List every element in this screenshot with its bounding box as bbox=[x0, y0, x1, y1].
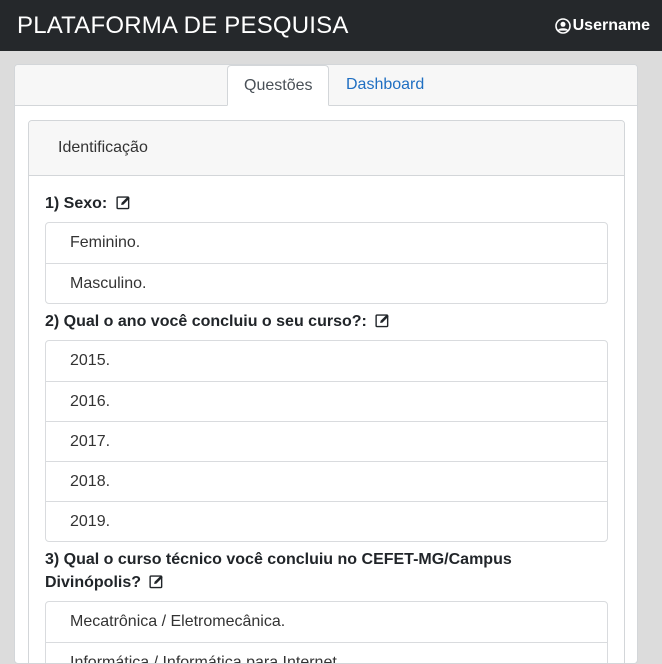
edit-icon[interactable] bbox=[375, 312, 390, 335]
tab-dashboard[interactable]: Dashboard bbox=[330, 65, 440, 106]
user-circle-icon bbox=[554, 17, 571, 34]
user-menu[interactable]: Username bbox=[554, 16, 650, 35]
edit-icon[interactable] bbox=[149, 573, 164, 596]
username-label: Username bbox=[572, 16, 650, 34]
option-item[interactable]: Feminino. bbox=[46, 223, 607, 263]
option-item[interactable]: Masculino. bbox=[46, 263, 607, 303]
option-list: Mecatrônica / Eletromecânica. Informática… bbox=[45, 601, 608, 663]
question-text: 1) Sexo: bbox=[45, 195, 108, 212]
option-item[interactable]: Mecatrônica / Eletromecânica. bbox=[46, 602, 607, 642]
option-item[interactable]: 2017. bbox=[46, 421, 607, 461]
option-item[interactable]: Informática / Informática para Internet. bbox=[46, 642, 607, 663]
option-list: 2015. 2016. 2017. 2018. 2019. bbox=[45, 340, 608, 542]
section-title: Identificação bbox=[29, 121, 624, 176]
question-text: 3) Qual o curso técnico você concluiu no… bbox=[45, 551, 512, 591]
question-title: 3) Qual o curso técnico você concluiu no… bbox=[45, 548, 608, 596]
question-text: 2) Qual o ano você concluiu o seu curso?… bbox=[45, 313, 367, 330]
question-title: 1) Sexo: bbox=[45, 192, 608, 217]
questions-list: 1) Sexo: Feminino. Masculino. 2) Qual o an… bbox=[29, 176, 624, 663]
tab-questoes[interactable]: Questões bbox=[227, 65, 330, 106]
question-title: 2) Qual o ano você concluiu o seu curso?… bbox=[45, 310, 608, 335]
top-navbar: PLATAFORMA DE PESQUISA Username bbox=[0, 0, 662, 51]
section-card: Identificação 1) Sexo: Feminino. Masculin… bbox=[28, 120, 625, 663]
option-list: Feminino. Masculino. bbox=[45, 222, 608, 304]
survey-card: Questões Dashboard Identificação 1) Sexo… bbox=[14, 64, 638, 664]
option-item[interactable]: 2015. bbox=[46, 341, 607, 381]
edit-icon[interactable] bbox=[116, 194, 131, 217]
brand-title[interactable]: PLATAFORMA DE PESQUISA bbox=[17, 12, 349, 40]
option-item[interactable]: 2019. bbox=[46, 501, 607, 541]
tab-bar: Questões Dashboard bbox=[15, 65, 637, 106]
option-item[interactable]: 2016. bbox=[46, 381, 607, 421]
option-item[interactable]: 2018. bbox=[46, 461, 607, 501]
